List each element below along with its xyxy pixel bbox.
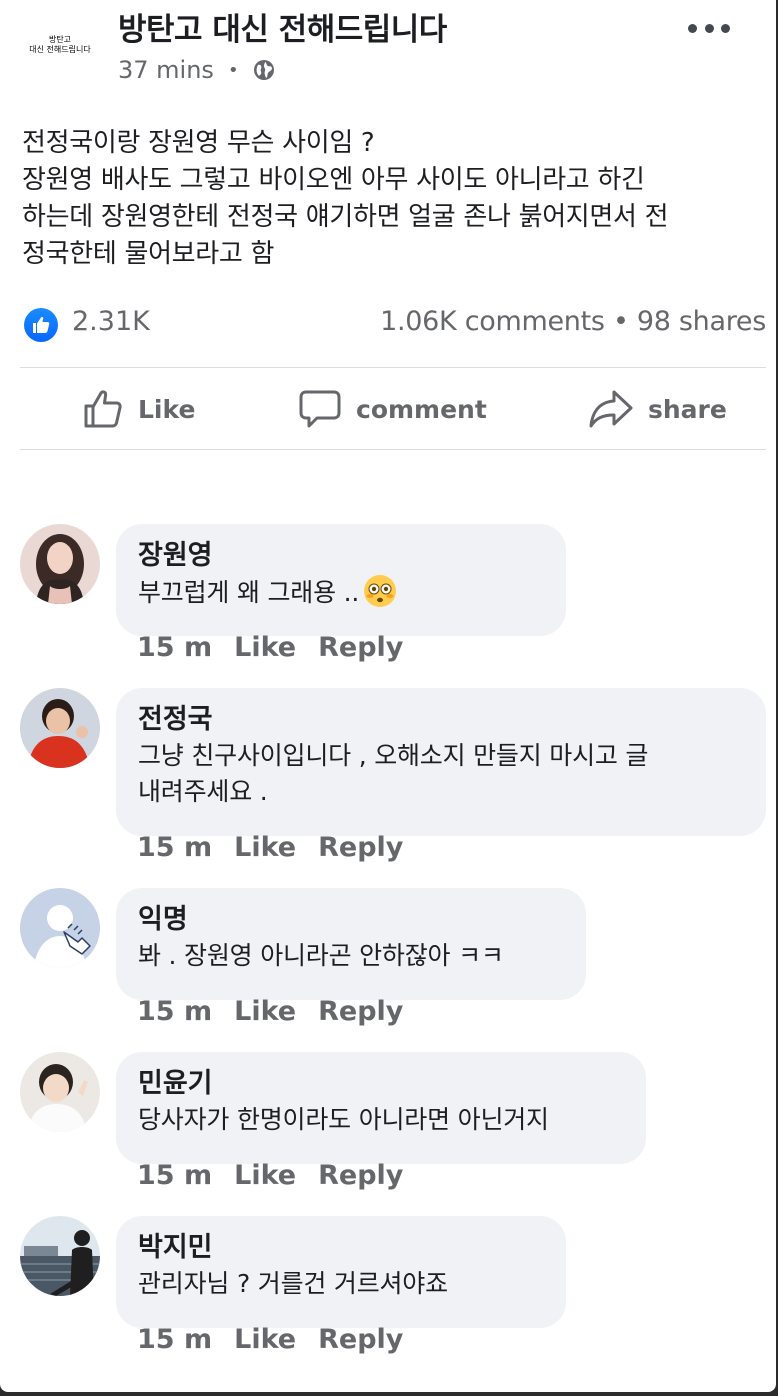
comment-time[interactable]: 15 m — [137, 832, 212, 863]
like-button-label: Like — [138, 394, 196, 424]
comment-reply-button[interactable]: Reply — [318, 996, 403, 1027]
comment-author[interactable]: 익명 — [138, 902, 564, 938]
more-options-icon[interactable] — [688, 14, 730, 42]
comment-author[interactable]: 민윤기 — [138, 1066, 624, 1102]
comment-author[interactable]: 장원영 — [138, 538, 544, 574]
page-avatar[interactable]: 방탄고 대신 전해드립니다 — [20, 22, 100, 68]
comment-time[interactable]: 15 m — [137, 632, 212, 663]
divider — [20, 449, 766, 450]
comment-reply-button[interactable]: Reply — [318, 632, 403, 663]
comment-text-content: 부끄럽게 왜 그래용 .. — [138, 578, 360, 607]
more-dot — [688, 23, 697, 33]
more-dot — [721, 23, 730, 33]
avatar[interactable] — [20, 688, 100, 768]
post-body-text: 전정국이랑 장원영 무슨 사이임 ? 장원영 배사도 그렇고 바이오엔 아무 사… — [22, 128, 669, 269]
thumbs-up-icon — [84, 390, 122, 428]
like-button[interactable]: Like — [82, 368, 195, 450]
comment-text: 그냥 친구사이입니다 , 오해소지 만들지 마시고 글 내려주세요 . — [138, 741, 649, 806]
comment-text: 부끄럽게 왜 그래용 .. — [138, 574, 544, 611]
comment-like-button[interactable]: Like — [234, 1324, 296, 1355]
post-action-bar: Like comment share — [20, 368, 766, 450]
avatar[interactable] — [20, 1052, 100, 1132]
share-button[interactable]: share — [588, 368, 727, 450]
post-stats: 2.31K 1.06K comments • 98 shares — [22, 302, 766, 346]
comment-meta: 15 m Like Reply — [137, 996, 425, 1027]
comment-button-label: comment — [356, 394, 487, 424]
comment-bubble: 전정국 그냥 친구사이입니다 , 오해소지 만들지 마시고 글 내려주세요 . — [116, 688, 766, 836]
comment-time[interactable]: 15 m — [137, 1160, 212, 1191]
post-time[interactable]: 37 mins — [118, 56, 214, 84]
comment-meta: 15 m Like Reply — [137, 1160, 425, 1191]
comment-author[interactable]: 전정국 — [138, 702, 744, 738]
facebook-post-card: 방탄고 대신 전해드립니다 방탄고 대신 전해드립니다 37 mins • 전정… — [0, 0, 776, 1392]
flushed-face-emoji — [364, 575, 397, 607]
comment-like-button[interactable]: Like — [234, 1160, 296, 1191]
comment-meta: 15 m Like Reply — [137, 1324, 425, 1355]
comment-like-button[interactable]: Like — [234, 832, 296, 863]
comment-time[interactable]: 15 m — [137, 996, 212, 1027]
comment-icon — [299, 390, 341, 428]
avatar[interactable] — [20, 1216, 100, 1296]
post-meta: 37 mins • — [118, 56, 275, 84]
like-reaction-icon[interactable] — [24, 308, 58, 342]
post-header: 방탄고 대신 전해드립니다 방탄고 대신 전해드립니다 37 mins • — [0, 0, 776, 100]
comments-shares-count[interactable]: 1.06K comments • 98 shares — [380, 306, 766, 337]
globe-icon[interactable] — [253, 59, 275, 81]
comment-like-button[interactable]: Like — [234, 996, 296, 1027]
avatar-text-line1: 방탄고 — [48, 35, 72, 44]
comment-bubble: 민윤기 당사자가 한명이라도 아니라면 아닌거지 — [116, 1052, 646, 1164]
avatar[interactable] — [20, 888, 100, 968]
page-name[interactable]: 방탄고 대신 전해드립니다 — [118, 4, 447, 49]
comment-like-button[interactable]: Like — [234, 632, 296, 663]
comment-meta: 15 m Like Reply — [137, 832, 425, 863]
avatar[interactable] — [20, 524, 100, 604]
meta-separator: • — [227, 59, 239, 81]
comment-author[interactable]: 박지민 — [138, 1230, 544, 1266]
comment-reply-button[interactable]: Reply — [318, 1324, 403, 1355]
comment-bubble: 박지민 관리자님 ? 거를건 거르셔야죠 — [116, 1216, 566, 1328]
comment-bubble: 장원영 부끄럽게 왜 그래용 .. — [116, 524, 566, 636]
share-arrow-icon — [589, 390, 633, 428]
share-button-label: share — [648, 394, 727, 424]
comment-text: 봐 . 장원영 아니라곤 안하잖아 ㅋㅋ — [138, 941, 504, 970]
comment-time[interactable]: 15 m — [137, 1324, 212, 1355]
comment-text: 관리자님 ? 거를건 거르셔야죠 — [138, 1269, 448, 1298]
comment-reply-button[interactable]: Reply — [318, 832, 403, 863]
more-dot — [704, 23, 714, 33]
comment-meta: 15 m Like Reply — [137, 632, 425, 663]
comment-reply-button[interactable]: Reply — [318, 1160, 403, 1191]
reaction-count[interactable]: 2.31K — [72, 306, 150, 337]
avatar-text-line2: 대신 전해드립니다 — [29, 45, 91, 54]
comment-button[interactable]: comment — [298, 368, 487, 450]
comment-bubble: 익명 봐 . 장원영 아니라곤 안하잖아 ㅋㅋ — [116, 888, 586, 1000]
comment-text: 당사자가 한명이라도 아니라면 아닌거지 — [138, 1105, 549, 1134]
